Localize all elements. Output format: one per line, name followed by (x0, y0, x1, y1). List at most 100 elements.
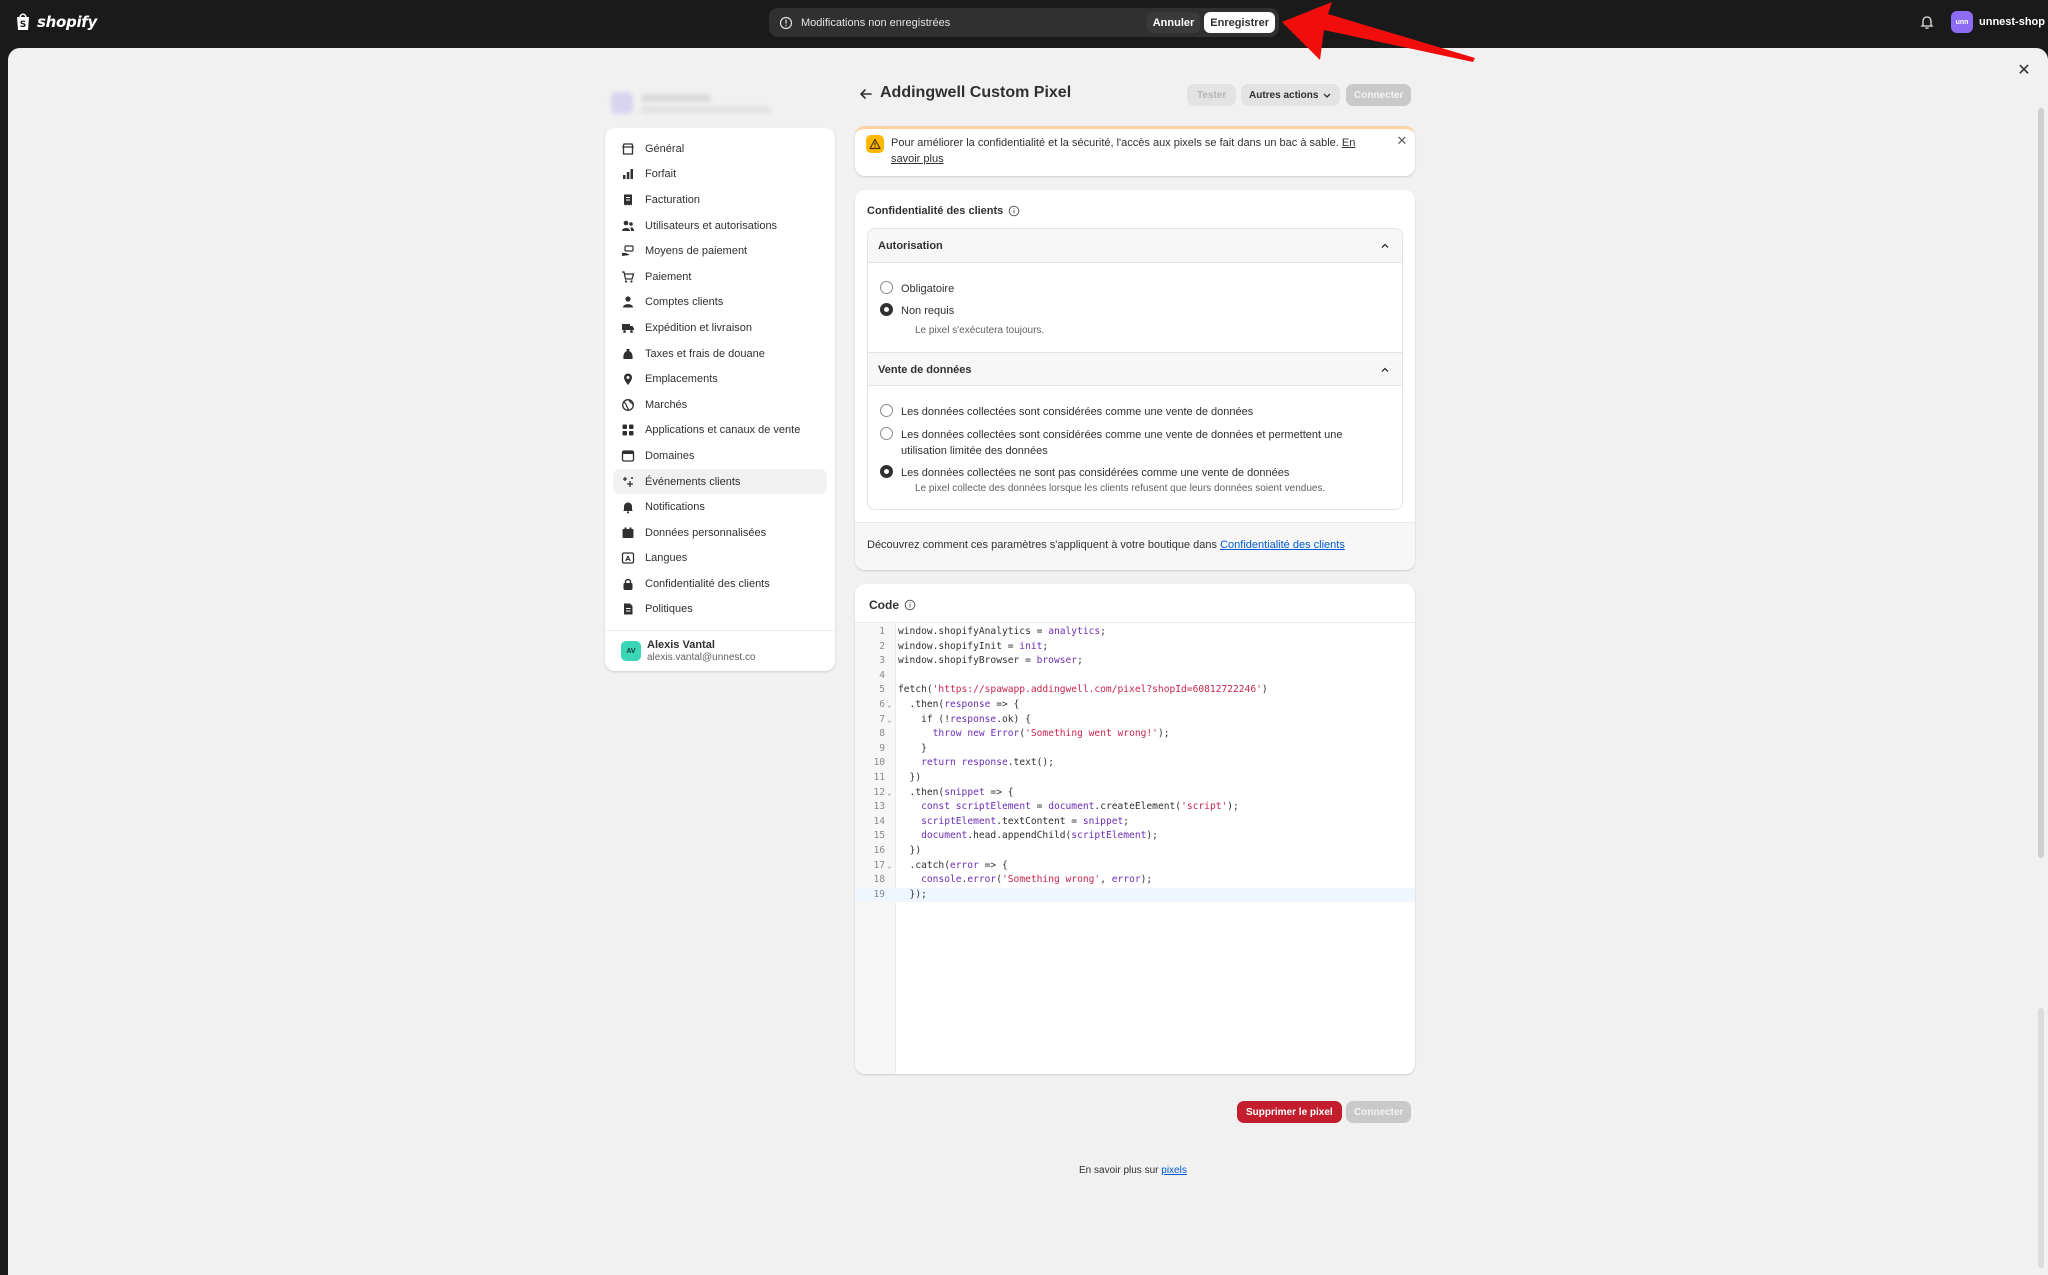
radio-required[interactable]: Obligatoire (880, 281, 954, 297)
radio-not-required[interactable]: Non requis (880, 303, 954, 319)
dismiss-banner-icon[interactable]: ✕ (1395, 134, 1409, 148)
shop-switcher[interactable]: unn unnest-shop (1951, 11, 2045, 33)
delete-pixel-button[interactable]: Supprimer le pixel (1237, 1101, 1342, 1123)
code-line[interactable]: 5 fetch('https://spawapp.addingwell.com/p… (855, 683, 1415, 698)
code-line[interactable]: 16 }) (855, 844, 1415, 859)
line-number: 19 (873, 888, 885, 900)
shop-avatar: unn (1951, 11, 1973, 33)
connect-button-bottom[interactable]: Connecter (1346, 1101, 1412, 1123)
code-line[interactable]: 1 window.shopifyAnalytics = analytics; (855, 625, 1415, 640)
sidebar-item-politiques[interactable]: Politiques (613, 597, 827, 623)
code-line[interactable]: 3 window.shopifyBrowser = browser; (855, 654, 1415, 669)
code-line[interactable]: 8 throw new Error('Something went wrong!… (855, 727, 1415, 742)
code-line[interactable]: 4 (855, 669, 1415, 684)
pixels-link[interactable]: pixels (1161, 1165, 1187, 1176)
sidebar-item-expedition-et-livraison[interactable]: Expédition et livraison (613, 315, 827, 341)
code-line[interactable]: 9 } (855, 742, 1415, 757)
code-line[interactable]: 15 document.head.appendChild(scriptEleme… (855, 829, 1415, 844)
code-line[interactable]: 13 const scriptElement = document.create… (855, 800, 1415, 815)
fold-chevron-icon[interactable]: ⌄ (887, 859, 892, 874)
shopify-bag-icon: S (15, 12, 33, 32)
line-number: 13 (873, 801, 885, 813)
sidebar-item-marches[interactable]: Marchés (613, 392, 827, 418)
sidebar-item-general[interactable]: Général (613, 136, 827, 162)
shopify-logo[interactable]: S shopify (15, 12, 97, 32)
sidebar-item-moyens-de-paiement[interactable]: Moyens de paiement (613, 238, 827, 264)
radio-button[interactable] (880, 427, 893, 440)
sidebar-item-notifications[interactable]: Notifications (613, 494, 827, 520)
sidebar-item-emplacements[interactable]: Emplacements (613, 366, 827, 392)
sidebar-item-paiement[interactable]: Paiement (613, 264, 827, 290)
fold-chevron-icon[interactable]: ⌄ (887, 698, 892, 713)
sidebar-item-applications-et-canaux-de-vente[interactable]: Applications et canaux de vente (613, 418, 827, 444)
data-sale-section-header[interactable]: Vente de données (868, 352, 1402, 386)
learn-more-footer: En savoir plus sur pixels (1079, 1165, 1187, 1176)
radio-data-sale-limited[interactable]: Les données collectées sont considérées … (880, 427, 1380, 459)
sidebar-item-langues[interactable]: A Langues (613, 546, 827, 572)
code-line[interactable]: 11 }) (855, 771, 1415, 786)
sidebar-item-facturation[interactable]: Facturation (613, 187, 827, 213)
info-icon[interactable] (1008, 205, 1020, 217)
connect-button-top[interactable]: Connecter (1346, 84, 1412, 106)
customer-privacy-link[interactable]: Confidentialité des clients (1220, 539, 1345, 551)
sidebar-item-comptes-clients[interactable]: Comptes clients (613, 290, 827, 316)
sidebar-item-confidentialite-des-clients[interactable]: Confidentialité des clients (613, 571, 827, 597)
warning-icon (866, 135, 884, 153)
code-text: throw new Error('Something went wrong!')… (932, 728, 1170, 740)
chart-icon (621, 167, 635, 181)
sidebar-item-forfait[interactable]: Forfait (613, 162, 827, 188)
authorization-section-header[interactable]: Autorisation (868, 229, 1402, 263)
line-number: 7 (879, 713, 885, 725)
radio-button[interactable] (880, 404, 893, 417)
code-line[interactable]: 12 ⌄ .then(snippet => { (855, 786, 1415, 801)
radio-button-selected[interactable] (880, 465, 893, 478)
more-actions-label: Autres actions (1249, 89, 1319, 101)
code-line[interactable]: 18 console.error('Something wrong', erro… (855, 873, 1415, 888)
more-actions-button[interactable]: Autres actions (1241, 84, 1341, 106)
radio-data-sale[interactable]: Les données collectées sont considérées … (880, 404, 1253, 420)
sidebar-item-evenements-clients[interactable]: Événements clients (613, 468, 827, 495)
sidebar-item-label: Facturation (645, 193, 701, 206)
apps-icon (621, 423, 635, 437)
code-line[interactable]: 6 ⌄ .then(response => { (855, 698, 1415, 713)
sidebar-item-donnees-personnalisees[interactable]: Données personnalisées (613, 520, 827, 546)
save-button[interactable]: Enregistrer (1204, 12, 1275, 33)
code-line[interactable]: 10 return response.text(); (855, 756, 1415, 771)
fold-chevron-icon[interactable]: ⌄ (887, 713, 892, 728)
code-text: }) (898, 844, 922, 856)
back-arrow-icon[interactable] (858, 86, 874, 102)
lock-icon (621, 577, 635, 591)
notifications-bell-icon[interactable] (1919, 14, 1935, 30)
code-line[interactable]: 14 scriptElement.textContent = snippet; (855, 815, 1415, 830)
code-text: .catch(error => { (898, 859, 1008, 871)
code-text: document.head.appendChild(scriptElement)… (921, 830, 1158, 842)
code-line[interactable]: 2 window.shopifyInit = init; (855, 640, 1415, 655)
sidebar-item-label: Utilisateurs et autorisations (645, 219, 778, 232)
code-line[interactable]: 17 ⌄ .catch(error => { (855, 859, 1415, 874)
code-editor[interactable]: 1 window.shopifyAnalytics = analytics; 2 wi… (855, 622, 1415, 1074)
scrollbar-thumb[interactable] (2038, 108, 2044, 858)
radio-button[interactable] (880, 281, 893, 294)
code-text: console.error('Something wrong', error); (921, 874, 1153, 886)
privacy-settings-box: Autorisation Obligatoire Non requis Le p… (867, 228, 1403, 510)
code-line[interactable]: 19 }); (855, 887, 1415, 903)
close-settings-icon[interactable]: ✕ (2014, 60, 2034, 80)
test-button[interactable]: Tester (1187, 84, 1237, 106)
sidebar-user[interactable]: AV Alexis Vantal alexis.vantal@unnest.co (605, 630, 835, 663)
svg-text:A: A (625, 555, 631, 563)
code-line[interactable]: 7 ⌄ if (!response.ok) { (855, 713, 1415, 728)
sparkle-icon (621, 475, 635, 489)
fold-chevron-icon[interactable]: ⌄ (887, 786, 892, 801)
chevron-up-icon (1381, 367, 1389, 372)
sidebar-item-utilisateurs-et-autorisations[interactable]: Utilisateurs et autorisations (613, 213, 827, 239)
sidebar-item-taxes-et-frais-de-douane[interactable]: Taxes et frais de douane (613, 341, 827, 367)
sidebar-item-domaines[interactable]: Domaines (613, 443, 827, 469)
radio-label: Non requis (901, 305, 955, 317)
code-text: scriptElement.textContent = snippet; (921, 815, 1130, 827)
data-sale-help-text: Le pixel collecte des données lorsque le… (915, 483, 1326, 494)
cancel-button[interactable]: Annuler (1146, 12, 1201, 33)
radio-button-selected[interactable] (880, 303, 893, 316)
radio-not-data-sale[interactable]: Les données collectées ne sont pas consi… (880, 465, 1289, 481)
info-icon[interactable] (904, 599, 916, 611)
code-text: window.shopifyAnalytics = analytics; (898, 626, 1106, 637)
